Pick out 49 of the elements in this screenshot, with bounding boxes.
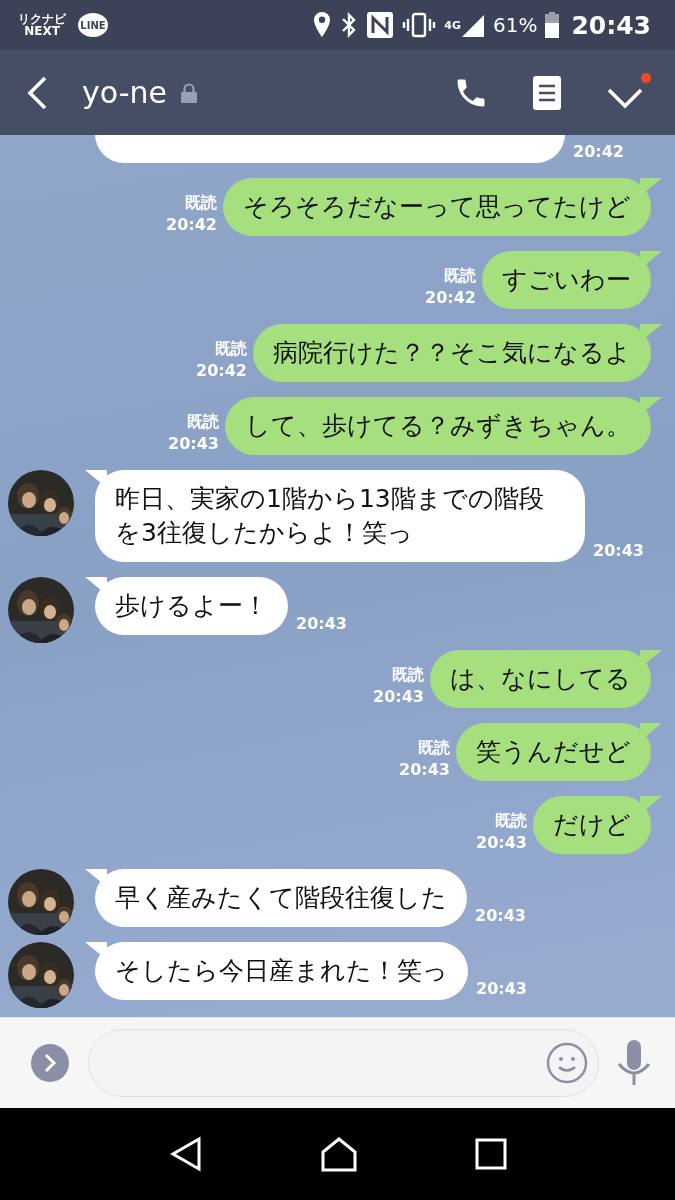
message-time: 20:42 — [196, 360, 247, 382]
expand-icon[interactable] — [30, 1043, 70, 1083]
message-time: 20:43 — [476, 978, 527, 1000]
app-logo-text: リクナビ — [18, 13, 66, 25]
nfc-icon — [366, 11, 395, 39]
message-time: 20:43 — [296, 613, 347, 635]
message-bubble: だけど — [533, 796, 651, 854]
microphone-icon[interactable] — [617, 1040, 651, 1086]
message-bubble: すごいわー — [482, 251, 651, 309]
message-time: 20:43 — [373, 686, 424, 708]
message-time: 20:43 — [476, 832, 527, 854]
back-icon[interactable] — [168, 1136, 203, 1172]
read-receipt: 既読 — [215, 338, 247, 360]
read-receipt: 既読 — [185, 192, 217, 214]
home-icon[interactable] — [319, 1136, 358, 1172]
chat-title: yo-ne — [82, 75, 167, 110]
vibrate-icon — [402, 12, 437, 38]
message-bubble: 早く産みたくて階段往復した — [95, 869, 467, 927]
message-bubble: して、歩けてる？みずきちゃん。 — [225, 397, 651, 455]
message-time: 20:42 — [425, 287, 476, 309]
message-time: 20:43 — [475, 905, 526, 927]
line-app-icon: LINE — [78, 13, 108, 37]
battery-percent: 61% — [492, 13, 538, 37]
read-receipt: 既読 — [187, 411, 219, 433]
location-icon — [312, 11, 333, 39]
message-bubble: そろそろだなーって思ってたけど — [223, 178, 651, 236]
app-logo-text: NEXT — [24, 25, 60, 37]
message-bubble: そしたら今日産まれた！笑っ — [95, 942, 468, 1000]
network-type: 4G — [444, 18, 461, 32]
message-bubble: 歩けるよー！ — [95, 577, 288, 635]
back-icon[interactable] — [26, 75, 48, 110]
message-time: 20:43 — [593, 540, 644, 562]
read-receipt: 既読 — [392, 664, 424, 686]
message-time: 20:42 — [573, 141, 624, 163]
recent-apps-icon[interactable] — [474, 1138, 507, 1170]
message-bubble: 昨日、実家の1階から13階までの階段を3往復したからよ！笑っ — [95, 470, 585, 562]
read-receipt: 既読 — [444, 265, 476, 287]
message-time: 20:43 — [399, 759, 450, 781]
emoji-icon[interactable] — [546, 1042, 588, 1084]
message-bubble: は、なにしてる — [430, 650, 651, 708]
read-receipt: 既読 — [418, 737, 450, 759]
clock: 20:43 — [571, 10, 651, 40]
battery-icon — [545, 12, 560, 38]
message-bubble: 病院行けた？？そこ気になるよ — [253, 324, 651, 382]
message-time: 20:42 — [166, 214, 217, 236]
notes-icon[interactable] — [533, 75, 561, 110]
message-time: 20:43 — [168, 433, 219, 455]
message-bubble: 笑うんだせど — [456, 723, 651, 781]
read-receipt: 既読 — [495, 810, 527, 832]
